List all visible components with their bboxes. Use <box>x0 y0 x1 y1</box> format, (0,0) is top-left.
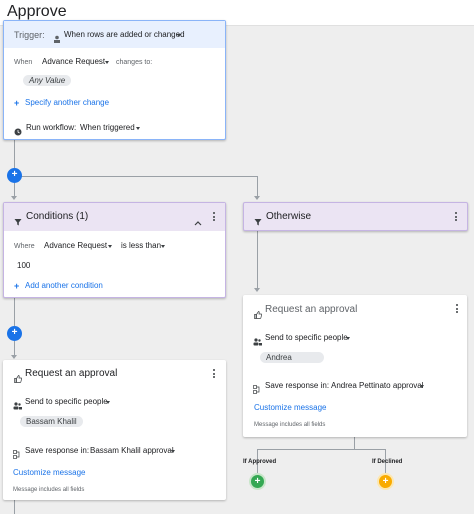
conditions-card[interactable]: Conditions (1) Where Advance Request is … <box>3 202 226 298</box>
thumb-up-icon <box>14 370 22 378</box>
otherwise-title: Otherwise <box>266 212 311 222</box>
save-response-select[interactable]: Bassam Khalil approval <box>90 447 174 455</box>
column-select[interactable]: Advance Request <box>42 58 105 66</box>
thumb-up-icon <box>254 306 262 314</box>
add-step-button[interactable]: + <box>7 326 22 341</box>
save-response-icon <box>13 446 21 455</box>
customize-message-link[interactable]: Customize message <box>254 404 326 412</box>
clock-icon <box>14 123 22 131</box>
plus-icon: + <box>12 169 18 180</box>
connector-line <box>257 231 258 288</box>
specify-change-link[interactable]: Specify another change <box>25 99 109 107</box>
connector-line <box>14 140 15 168</box>
otherwise-card[interactable]: Otherwise <box>243 202 468 231</box>
more-vert-icon[interactable] <box>456 304 458 315</box>
add-condition-link[interactable]: Add another condition <box>25 282 103 290</box>
chevron-down-icon[interactable] <box>106 401 110 404</box>
chevron-down-icon[interactable] <box>108 245 112 248</box>
save-response-label: Save response in: <box>25 447 89 455</box>
chevron-down-icon[interactable] <box>177 34 181 37</box>
connector-arrow <box>11 355 17 359</box>
trigger-value[interactable]: When rows are added or changed <box>64 31 185 39</box>
approval-title: Request an approval <box>265 305 357 315</box>
filter-icon <box>14 213 22 221</box>
add-declined-step-button[interactable]: + <box>377 473 394 490</box>
add-approved-step-button[interactable]: + <box>249 473 266 490</box>
run-workflow-select[interactable]: When triggered <box>80 124 135 132</box>
plus-icon: + <box>383 476 389 487</box>
chevron-down-icon[interactable] <box>136 127 140 130</box>
add-change-plus-icon[interactable]: + <box>14 99 19 108</box>
send-to-people-select[interactable]: Send to specific people <box>25 398 108 406</box>
connector-line <box>14 500 15 514</box>
connector-line <box>14 298 15 326</box>
connector-arrow <box>254 288 260 292</box>
conditions-title: Conditions (1) <box>26 212 88 222</box>
approval-card-right[interactable]: Request an approval Send to specific peo… <box>243 295 467 437</box>
changes-to-label: changes to: <box>116 59 152 66</box>
more-vert-icon[interactable] <box>213 212 215 223</box>
filter-icon <box>254 213 262 221</box>
approval-card-left[interactable]: Request an approval Send to specific peo… <box>3 360 226 500</box>
run-workflow-label: Run workflow: <box>26 124 76 132</box>
declined-branch-label: If Declined <box>372 459 402 465</box>
message-note: Message includes all fields <box>13 487 84 493</box>
page-title: Approve <box>7 3 67 21</box>
approval-title: Request an approval <box>25 369 117 379</box>
person-chip[interactable]: Bassam Khalil <box>20 416 83 427</box>
person-chip[interactable]: Andrea <box>260 352 324 363</box>
approved-branch-label: If Approved <box>243 459 276 465</box>
connector-line <box>21 176 258 177</box>
plus-icon: + <box>12 327 18 338</box>
chevron-down-icon[interactable] <box>420 385 424 388</box>
add-condition-plus-icon[interactable]: + <box>14 282 19 291</box>
save-response-icon <box>253 381 261 390</box>
table-icon <box>53 30 61 38</box>
connector-line <box>257 176 258 197</box>
connector-line <box>14 183 15 197</box>
connector-line <box>354 437 355 449</box>
connector-line <box>14 341 15 355</box>
add-step-button[interactable]: + <box>7 168 22 183</box>
trigger-card[interactable]: Trigger: When rows are added or changed … <box>3 20 226 140</box>
connector-arrow <box>11 196 17 200</box>
condition-value-input[interactable]: 100 <box>17 262 30 270</box>
people-icon <box>253 333 262 341</box>
condition-column-select[interactable]: Advance Request <box>44 242 107 250</box>
connector-arrow <box>254 196 260 200</box>
condition-operator-select[interactable]: is less than <box>121 242 161 250</box>
customize-message-link[interactable]: Customize message <box>13 469 85 477</box>
connector-line <box>257 449 386 450</box>
people-icon <box>13 397 22 405</box>
any-value-chip[interactable]: Any Value <box>23 75 71 86</box>
chevron-down-icon[interactable] <box>161 245 165 248</box>
chevron-down-icon[interactable] <box>346 337 350 340</box>
plus-icon: + <box>255 476 261 487</box>
where-label: Where <box>14 243 35 250</box>
chevron-down-icon[interactable] <box>171 450 175 453</box>
chevron-up-icon[interactable] <box>194 213 202 219</box>
chevron-down-icon[interactable] <box>105 61 109 64</box>
more-vert-icon[interactable] <box>455 212 457 223</box>
send-to-people-select[interactable]: Send to specific people <box>265 334 348 342</box>
when-label: When <box>14 59 32 66</box>
more-vert-icon[interactable] <box>213 369 215 380</box>
trigger-label: Trigger: <box>14 31 45 40</box>
save-response-select[interactable]: Andrea Pettinato approval <box>331 382 424 390</box>
save-response-label: Save response in: <box>265 382 329 390</box>
message-note: Message includes all fields <box>254 422 325 428</box>
